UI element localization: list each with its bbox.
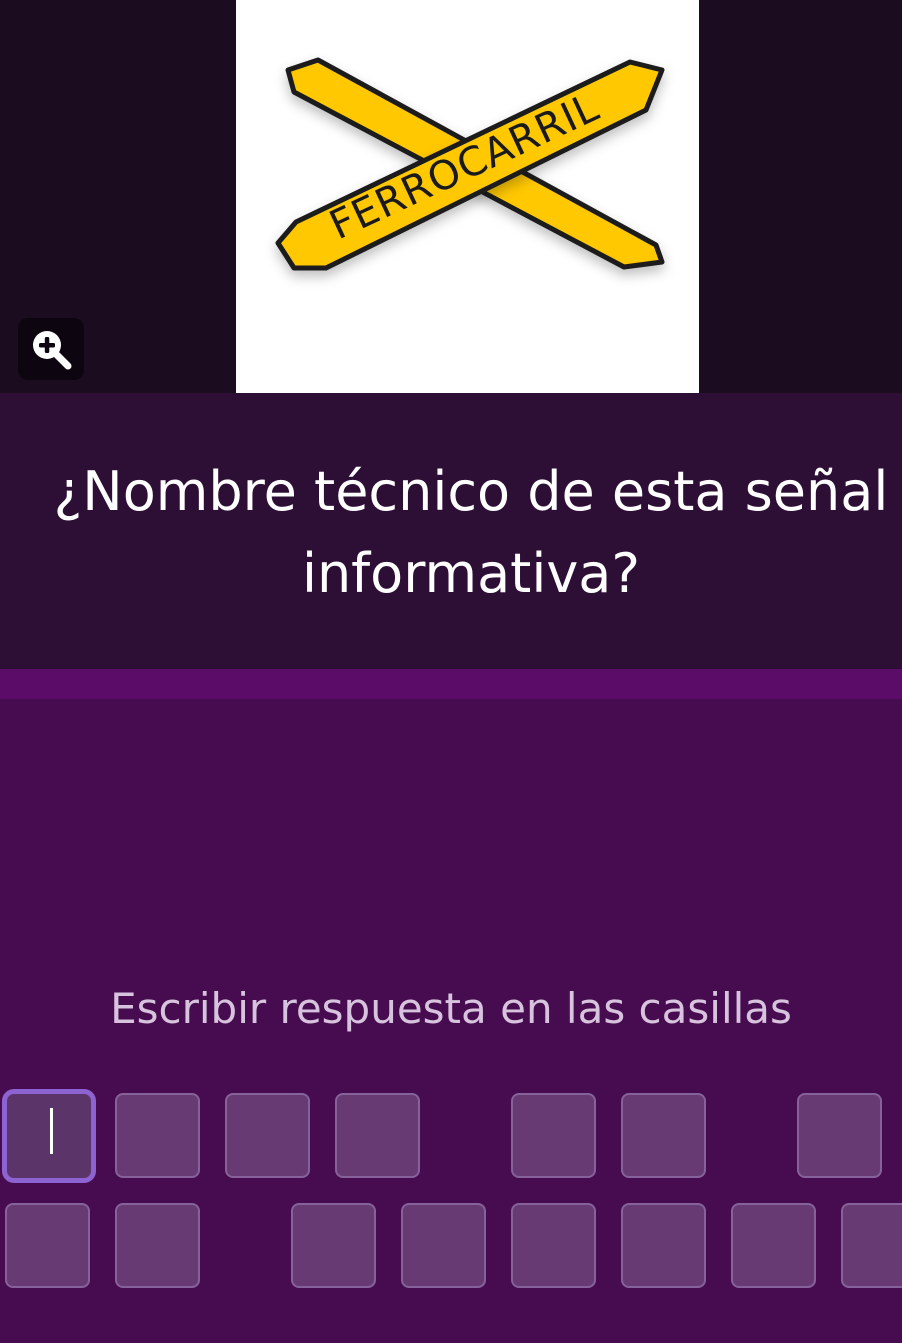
letter-box-8[interactable] bbox=[5, 1203, 90, 1288]
answer-instruction: Escribir respuesta en las casillas bbox=[110, 984, 792, 1033]
letter-box-9[interactable] bbox=[115, 1203, 200, 1288]
letter-box-3[interactable] bbox=[225, 1093, 310, 1178]
railroad-crossing-sign: FERROCARRIL bbox=[275, 57, 665, 271]
letter-box-7[interactable] bbox=[797, 1093, 882, 1178]
zoom-button[interactable] bbox=[18, 318, 84, 380]
letter-box-15[interactable] bbox=[841, 1203, 902, 1288]
letter-box-5[interactable] bbox=[511, 1093, 596, 1178]
letter-box-4[interactable] bbox=[335, 1093, 420, 1178]
question-image: FERROCARRIL bbox=[236, 0, 699, 393]
letter-box-11[interactable] bbox=[401, 1203, 486, 1288]
image-panel: FERROCARRIL bbox=[0, 0, 902, 393]
letter-box-13[interactable] bbox=[621, 1203, 706, 1288]
letter-box-1[interactable] bbox=[2, 1089, 96, 1183]
letter-box-6[interactable] bbox=[621, 1093, 706, 1178]
question-panel: ¿Nombre técnico de esta señal informativ… bbox=[0, 393, 902, 669]
question-text: ¿Nombre técnico de esta señal informativ… bbox=[53, 460, 889, 605]
divider bbox=[0, 669, 902, 699]
text-caret bbox=[50, 1108, 53, 1154]
letter-box-12[interactable] bbox=[511, 1203, 596, 1288]
letter-box-10[interactable] bbox=[291, 1203, 376, 1288]
zoom-in-icon bbox=[33, 331, 72, 370]
letter-box-2[interactable] bbox=[115, 1093, 200, 1178]
answer-panel: Escribir respuesta en las casillas bbox=[0, 699, 902, 1343]
letter-box-14[interactable] bbox=[731, 1203, 816, 1288]
